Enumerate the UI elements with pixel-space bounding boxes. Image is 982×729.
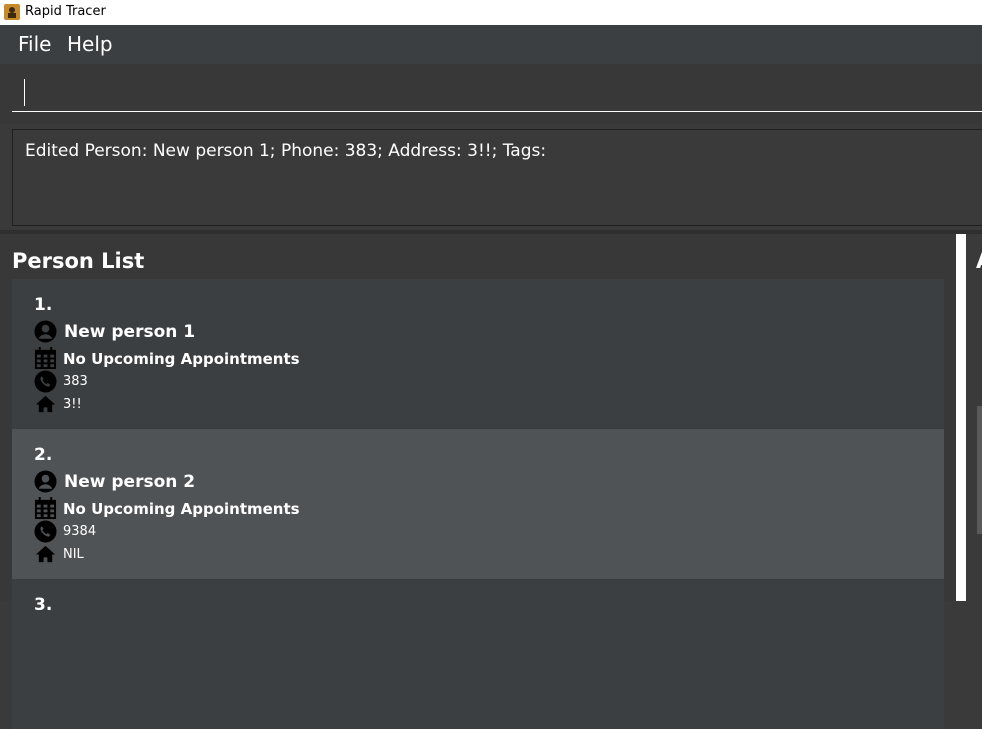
person-card-selected[interactable]: 2. New person 2 No Upcoming Appointments… [12,429,944,579]
appointment-status: No Upcoming Appointments [63,349,300,368]
person-name: New person 2 [64,471,196,492]
person-address: NIL [63,547,84,562]
calendar-icon [34,347,57,370]
result-display: Edited Person: New person 1; Phone: 383;… [12,129,982,226]
home-icon [34,543,57,566]
appointment-status: No Upcoming Appointments [63,499,300,518]
calendar-icon [34,497,57,520]
text-caret [24,79,25,106]
window-titlebar: Rapid Tracer [0,0,982,25]
menu-help[interactable]: Help [67,32,113,56]
right-panel-title: A [976,249,982,273]
result-message: Edited Person: New person 1; Phone: 383;… [25,141,547,161]
right-panel: A [966,234,982,601]
person-icon [34,320,57,343]
person-index: 3. [34,595,53,615]
phone-icon [34,370,57,393]
person-index: 2. [34,445,53,465]
person-name: New person 1 [64,321,196,342]
person-phone: 9384 [63,524,97,539]
window-title: Rapid Tracer [25,4,106,19]
person-icon [34,470,57,493]
right-panel-scrollbar[interactable] [977,406,982,534]
person-phone: 383 [63,374,88,389]
home-icon [34,393,57,416]
phone-icon [34,520,57,543]
person-list-title: Person List [12,249,145,273]
person-card[interactable]: 3. [12,579,944,729]
person-list-panel: Person List 1. New person 1 No Upcoming … [0,234,956,729]
command-area [0,64,982,124]
person-list-scrollbar[interactable] [956,234,966,601]
menu-file[interactable]: File [18,32,51,56]
person-index: 1. [34,295,53,315]
menu-bar: File Help [0,25,982,65]
person-card[interactable]: 1. New person 1 No Upcoming Appointments… [12,279,944,429]
app-icon [4,4,20,20]
command-input[interactable] [12,70,982,112]
person-address: 3!! [63,397,82,412]
